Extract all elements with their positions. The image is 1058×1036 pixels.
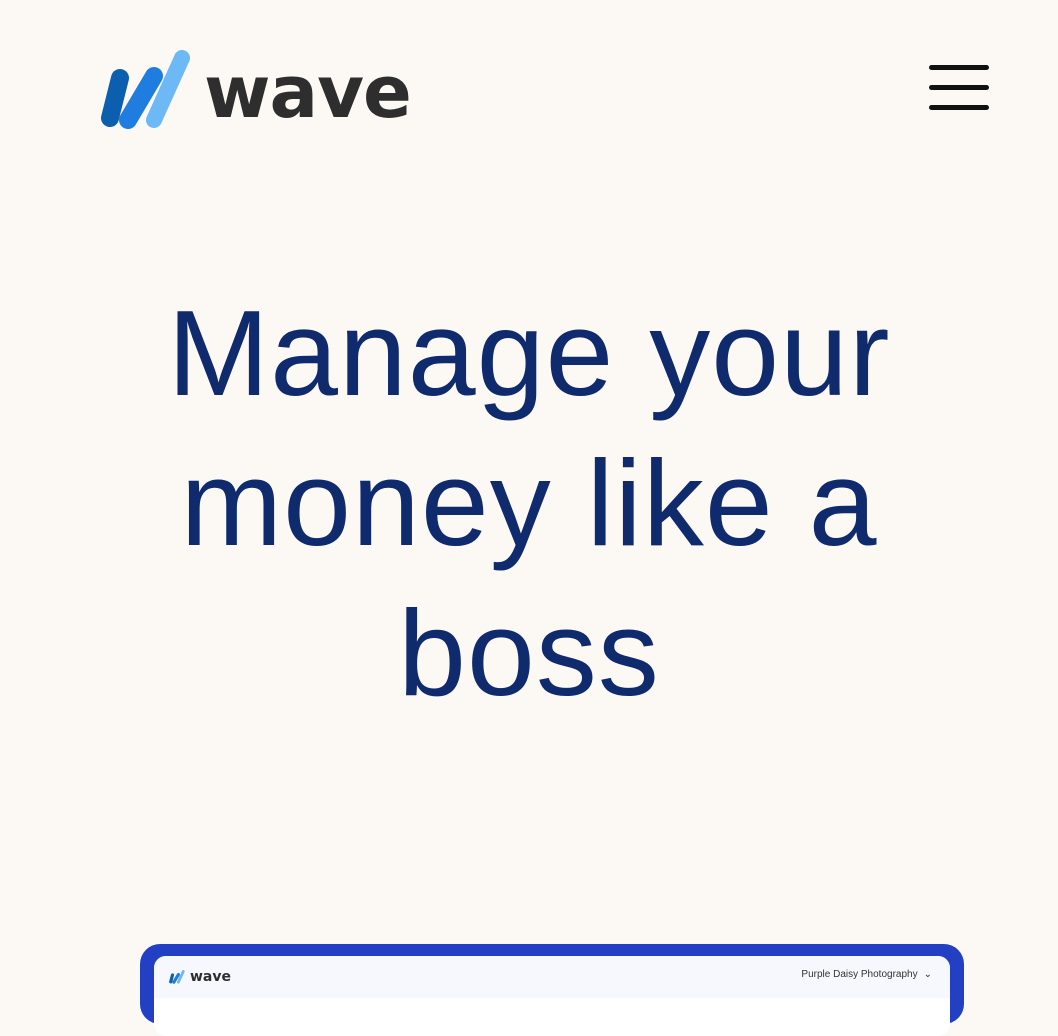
site-header: wave	[0, 0, 1058, 190]
preview-wave-wordmark: wave	[190, 969, 232, 985]
app-preview-frame: wave Purple Daisy Photography ⌄	[140, 944, 964, 1036]
hamburger-menu-icon	[929, 65, 989, 70]
wave-logo-icon	[101, 50, 190, 129]
chevron-down-icon: ⌄	[923, 969, 932, 980]
hamburger-menu-button[interactable]	[922, 58, 994, 118]
app-preview-screen: wave Purple Daisy Photography ⌄	[154, 956, 950, 1036]
preview-wave-logo-icon	[169, 970, 185, 984]
business-switcher[interactable]: Purple Daisy Photography ⌄	[801, 969, 932, 980]
business-name: Purple Daisy Photography	[801, 969, 918, 980]
app-preview-topbar: wave Purple Daisy Photography ⌄	[154, 956, 950, 998]
hamburger-menu-icon-bar	[929, 85, 989, 90]
hero-headline: Manage your money like a boss	[167, 285, 891, 721]
hamburger-menu-icon-bar	[929, 105, 989, 110]
wave-logo-link[interactable]: wave	[96, 44, 412, 136]
wave-wordmark: wave	[204, 50, 412, 134]
